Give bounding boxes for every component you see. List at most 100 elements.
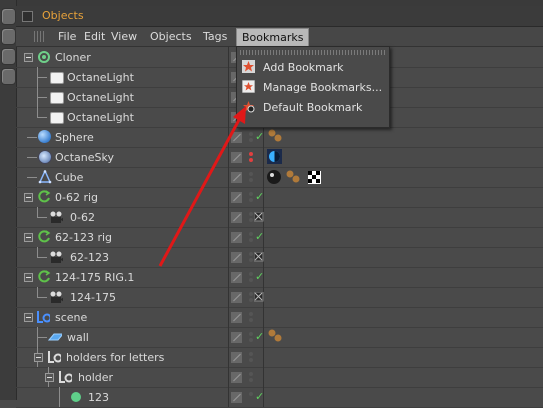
camera-icon [50,211,63,223]
null-object-icon [48,351,61,363]
rig-icon [38,270,51,283]
manage-bookmarks-item[interactable]: Manage Bookmarks... [237,77,389,97]
layer-flag-icon[interactable] [230,151,243,164]
tree-row[interactable]: 123 ✓ [16,387,543,408]
enabled-check-icon[interactable]: ✓ [255,230,264,243]
enabled-check-icon[interactable]: ✓ [255,270,264,283]
tree-row[interactable]: 0-62 [16,207,543,228]
toolbar-knob-icon[interactable] [1,68,16,85]
layer-flag-icon[interactable] [230,371,243,384]
plane-icon [48,333,62,341]
tree-row[interactable]: Sphere ✓ [16,127,543,148]
layer-flag-icon[interactable] [230,331,243,344]
tree-row-label: OctaneLight [67,91,134,104]
toolbar-knob-icon[interactable] [1,48,16,65]
layer-flag-icon[interactable] [230,351,243,364]
menu-tags[interactable]: Tags [203,30,227,43]
tree-row[interactable]: OctaneSky [16,147,543,168]
tree-row[interactable]: 0-62 rig ✓ [16,187,543,208]
sky-icon [38,150,52,164]
layer-flag-icon[interactable] [230,171,243,184]
collapse-icon[interactable] [24,273,33,282]
camera-icon [50,291,63,303]
collapse-icon[interactable] [24,193,33,202]
collapse-icon[interactable] [34,353,43,362]
octane-light-icon [50,72,64,84]
menu-file[interactable]: File [58,30,76,43]
camera-icon [50,251,63,263]
add-bookmark-item[interactable]: Add Bookmark [237,57,389,77]
layer-flag-icon[interactable] [230,251,243,264]
tree-row[interactable]: wall ✓ [16,327,543,348]
enabled-check-icon[interactable]: ✓ [255,390,264,403]
text-object-icon [71,392,81,402]
tree-row-label: Sphere [55,131,94,144]
tree-row-label: 124-175 [70,291,116,304]
layer-flag-icon[interactable] [230,211,243,224]
tree-row[interactable]: scene [16,307,543,328]
tree-row-label: 0-62 rig [55,191,99,204]
toolbar-knob-icon[interactable] [1,28,16,45]
layer-flag-icon[interactable] [230,311,243,324]
bookmarks-dropdown: Add Bookmark Manage Bookmarks... Default… [236,46,390,128]
layer-flag-icon[interactable] [230,391,243,404]
tree-row-label: 62-123 [70,251,109,264]
cloner-icon [38,51,50,63]
tree-row[interactable]: holders for letters [16,347,543,368]
menu-tearoff-grip[interactable] [240,50,386,55]
manage-bookmarks-icon [242,80,255,93]
enabled-check-icon[interactable]: ✓ [255,330,264,343]
tree-row-label: 124-175 RIG.1 [55,271,135,284]
menu-item-label: Manage Bookmarks... [263,81,383,94]
camera-tag-icon[interactable] [254,212,264,228]
sphere-icon [38,130,51,143]
collapse-icon[interactable] [24,233,33,242]
menu-edit[interactable]: Edit [84,30,105,43]
camera-tag-icon[interactable] [254,292,264,308]
collapse-icon[interactable] [24,53,33,62]
collapse-icon[interactable] [45,373,54,382]
enabled-check-icon[interactable]: ✓ [255,190,264,203]
octane-light-icon [50,112,64,124]
default-bookmark-item[interactable]: Default Bookmark [237,97,389,117]
tree-row-label: 123 [88,391,109,404]
tree-row-label: holder [78,371,114,384]
tree-row-label: Cube [55,171,84,184]
menu-grip-icon[interactable] [34,31,46,42]
tree-row[interactable]: holder [16,367,543,388]
panel-menu-icon[interactable] [22,11,33,22]
layer-flag-icon[interactable] [230,271,243,284]
cube-icon [38,170,52,184]
rig-icon [38,230,51,243]
layer-flag-icon[interactable] [230,231,243,244]
tree-row[interactable]: 62-123 rig ✓ [16,227,543,248]
add-bookmark-icon [242,60,255,73]
collapse-icon[interactable] [24,313,33,322]
layer-flag-icon[interactable] [230,131,243,144]
menu-view[interactable]: View [111,30,137,43]
layer-flag-icon[interactable] [230,291,243,304]
menu-bookmarks[interactable]: Bookmarks [236,28,310,46]
tree-row[interactable]: Cube [16,167,543,188]
tree-row-label: holders for letters [66,351,165,364]
layer-flag-icon[interactable] [230,191,243,204]
menu-item-label: Add Bookmark [263,61,344,74]
left-toolbar [0,0,17,400]
toolbar-knob-icon[interactable] [1,8,16,25]
material-tags-icon[interactable] [266,169,330,185]
enabled-check-icon[interactable]: ✓ [255,130,264,143]
tree-row[interactable]: 124-175 RIG.1 ✓ [16,267,543,288]
tree-row[interactable]: 62-123 [16,247,543,268]
tree-row-label: scene [55,311,88,324]
tree-row[interactable]: 124-175 [16,287,543,308]
material-tag-icon[interactable] [268,329,284,345]
material-tag-icon[interactable] [268,129,284,145]
tree-row-label: 62-123 rig [55,231,113,244]
camera-tag-icon[interactable] [254,252,264,268]
tree-row-label: OctaneLight [67,71,134,84]
null-object-icon [37,311,50,323]
menu-item-label: Default Bookmark [263,101,363,114]
environment-tag-icon[interactable] [267,149,283,165]
tree-row-label: OctaneSky [55,151,114,164]
menu-objects[interactable]: Objects [150,30,192,43]
